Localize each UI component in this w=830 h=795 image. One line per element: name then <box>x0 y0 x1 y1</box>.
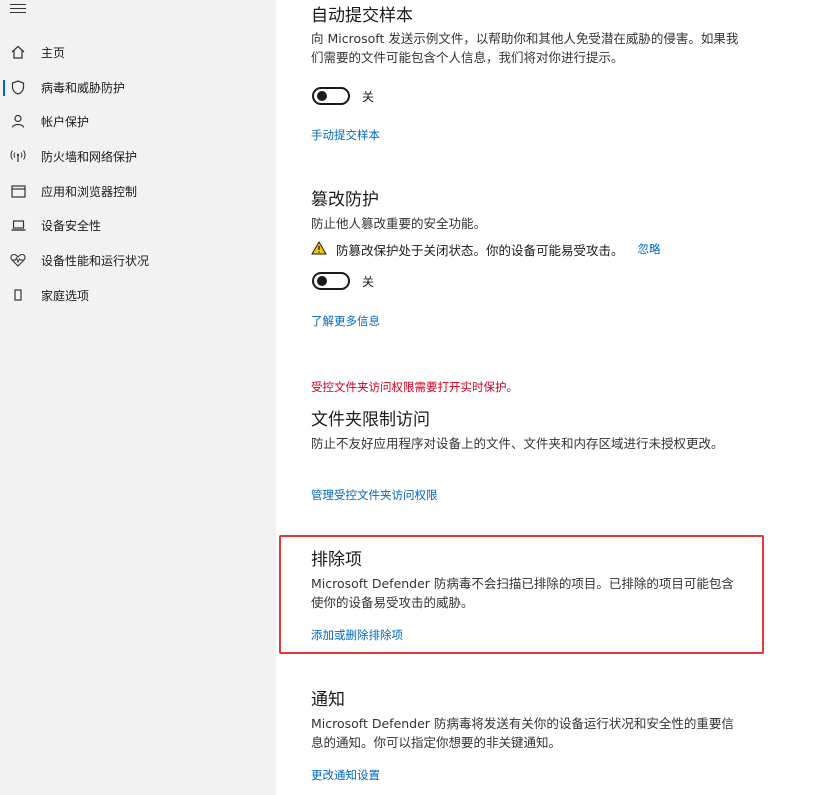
toggle-state-label: 关 <box>362 89 375 104</box>
tamper-toggle-row: 关 <box>312 272 374 290</box>
controlled-folder-title: 文件夹限制访问 <box>311 410 430 430</box>
add-remove-exclusions-link[interactable]: 添加或删除排除项 <box>311 627 403 643</box>
shield-icon <box>10 79 26 95</box>
sidebar-item-device-security[interactable]: 设备安全性 <box>0 210 276 240</box>
windows-security-window: 主页 病毒和威胁防护 帐户保护 防火墙和网络保护 应用和浏览器控制 设备安全性 … <box>0 0 830 795</box>
sidebar-item-account-protection[interactable]: 帐户保护 <box>0 106 276 136</box>
sidebar-item-app-browser-control[interactable]: 应用和浏览器控制 <box>0 176 276 206</box>
change-notification-settings-link[interactable]: 更改通知设置 <box>311 767 380 783</box>
tamper-protection-title: 篡改防护 <box>311 190 379 210</box>
notifications-title: 通知 <box>311 690 345 710</box>
tamper-warning: 防篡改保护处于关闭状态。你的设备可能易受攻击。 忽略 <box>311 240 661 258</box>
manage-controlled-folder-link[interactable]: 管理受控文件夹访问权限 <box>311 487 438 503</box>
realtime-protection-required-note: 受控文件夹访问权限需要打开实时保护。 <box>311 380 518 394</box>
sidebar-item-label: 病毒和威胁防护 <box>41 80 126 95</box>
exclusions-description: Microsoft Defender 防病毒不会扫描已排除的项目。已排除的项目可… <box>311 576 734 610</box>
hamburger-icon[interactable] <box>10 4 26 16</box>
antenna-icon <box>10 148 26 164</box>
sidebar-item-label: 设备性能和运行状况 <box>41 253 150 268</box>
submit-sample-manually-link[interactable]: 手动提交样本 <box>311 127 380 143</box>
sidebar-item-firewall[interactable]: 防火墙和网络保护 <box>0 141 276 171</box>
sidebar-item-label: 防火墙和网络保护 <box>41 149 138 164</box>
main-content: 自动提交样本 向 Microsoft 发送示例文件，以帮助你和其他人免受潜在威胁… <box>276 0 830 795</box>
home-icon <box>10 44 26 60</box>
tamper-protection-description: 防止他人篡改重要的安全功能。 <box>311 216 487 231</box>
sample-submission-description: 向 Microsoft 发送示例文件，以帮助你和其他人免受潜在威胁的侵害。如果我… <box>311 31 739 65</box>
sidebar-item-label: 家庭选项 <box>41 288 90 303</box>
sidebar: 主页 病毒和威胁防护 帐户保护 防火墙和网络保护 应用和浏览器控制 设备安全性 … <box>0 0 276 795</box>
sidebar-item-label: 设备安全性 <box>41 218 102 233</box>
sidebar-item-device-performance[interactable]: 设备性能和运行状况 <box>0 245 276 275</box>
phone-icon <box>10 287 26 303</box>
warning-triangle-icon <box>311 240 327 259</box>
heart-pulse-icon <box>10 252 26 268</box>
toggle-state-label: 关 <box>362 274 375 289</box>
active-indicator <box>3 80 5 96</box>
sidebar-item-family-options[interactable]: 家庭选项 <box>0 280 276 310</box>
tamper-warning-text: 防篡改保护处于关闭状态。你的设备可能易受攻击。 <box>336 242 624 258</box>
sidebar-item-virus-protection[interactable]: 病毒和威胁防护 <box>0 72 276 102</box>
sidebar-item-label: 应用和浏览器控制 <box>41 184 138 199</box>
sample-submission-title: 自动提交样本 <box>311 6 413 26</box>
sidebar-item-label: 主页 <box>41 45 66 60</box>
sidebar-item-home[interactable]: 主页 <box>0 37 276 67</box>
browser-window-icon <box>10 183 26 199</box>
laptop-icon <box>10 217 26 233</box>
notifications-description: Microsoft Defender 防病毒将发送有关你的设备运行状况和安全性的… <box>311 716 734 750</box>
exclusions-title: 排除项 <box>311 550 362 570</box>
sample-submission-toggle[interactable] <box>312 87 350 105</box>
person-icon <box>10 113 26 129</box>
sample-submission-toggle-row: 关 <box>312 87 374 105</box>
tamper-protection-toggle[interactable] <box>312 272 350 290</box>
learn-more-link[interactable]: 了解更多信息 <box>311 313 380 329</box>
dismiss-link[interactable]: 忽略 <box>638 241 661 257</box>
controlled-folder-description: 防止不友好应用程序对设备上的文件、文件夹和内存区域进行未授权更改。 <box>311 436 724 451</box>
sidebar-item-label: 帐户保护 <box>41 114 90 129</box>
